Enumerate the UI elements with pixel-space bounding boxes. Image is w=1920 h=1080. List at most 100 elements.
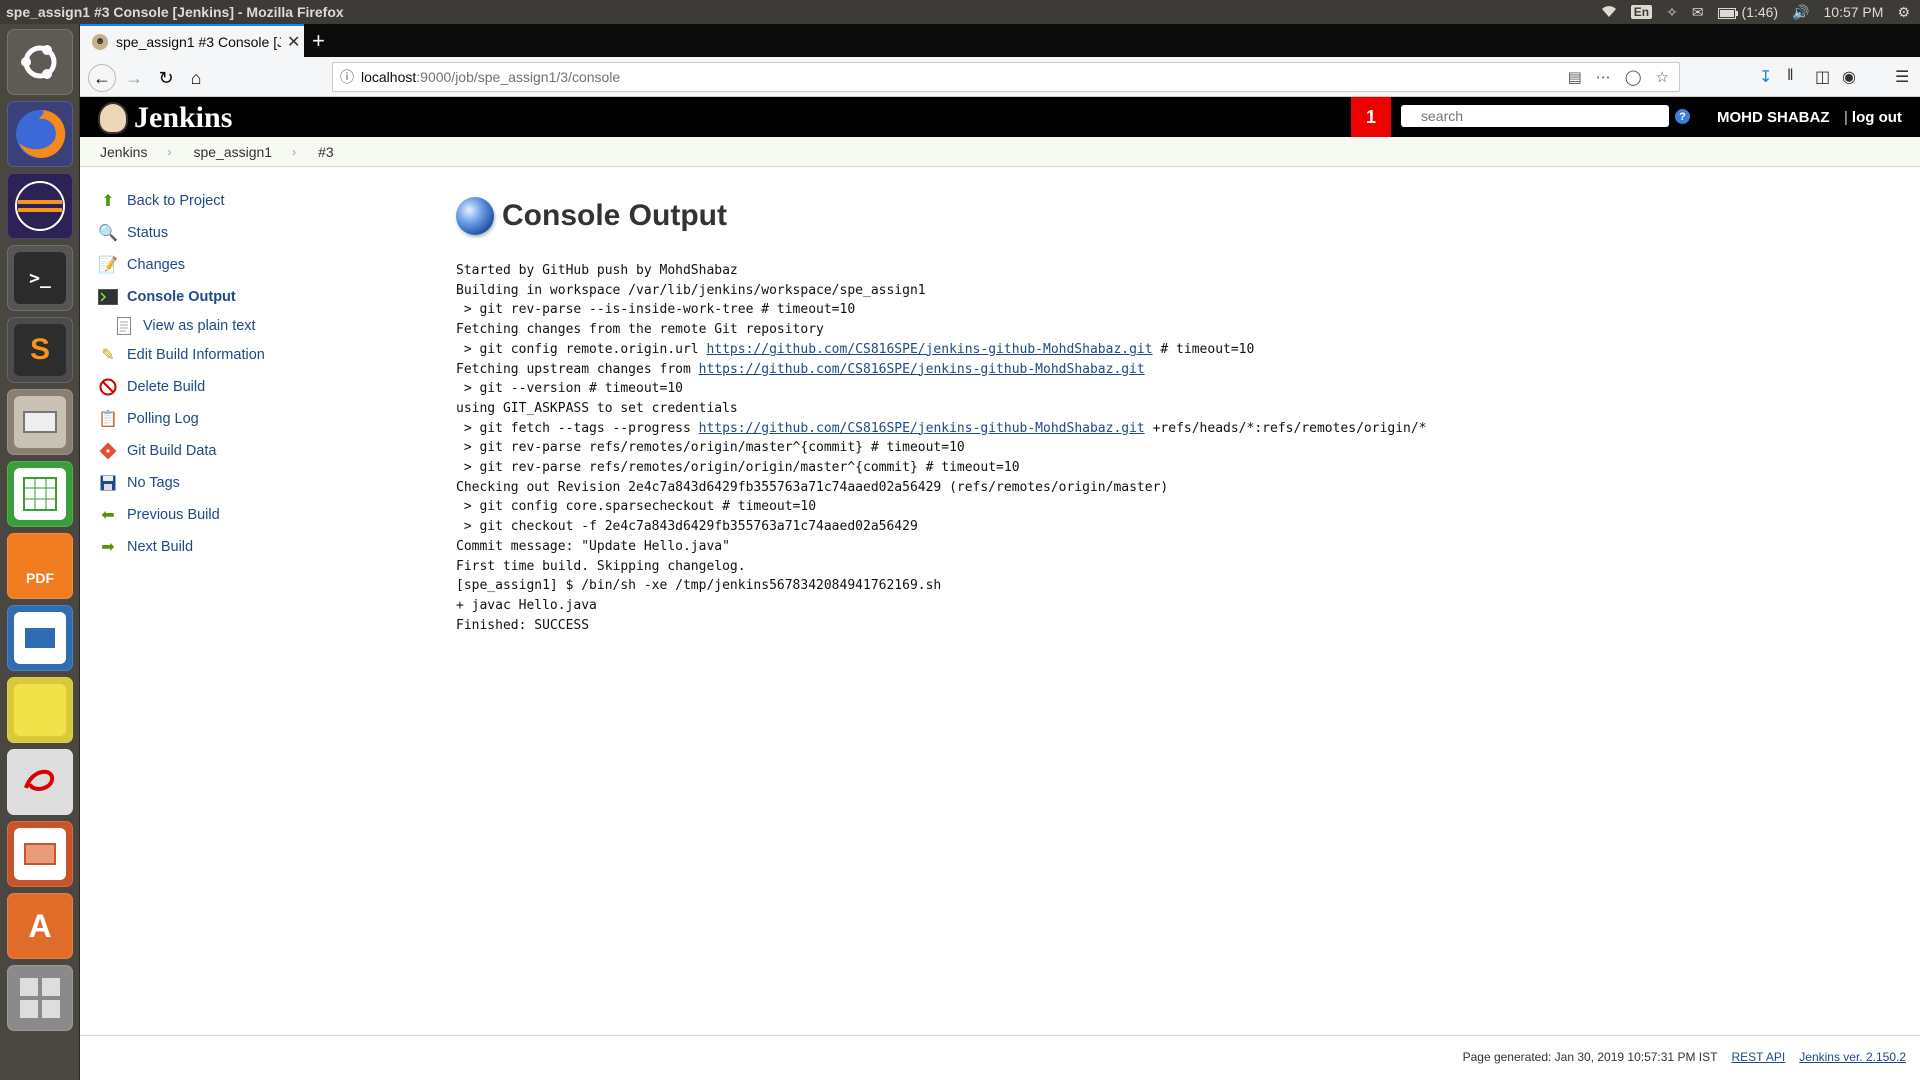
reload-button[interactable]: ↻	[152, 64, 180, 92]
search-input[interactable]	[1401, 105, 1669, 127]
battery-indicator[interactable]: (1:46)	[1717, 4, 1778, 20]
task-edit-build-information[interactable]: ✎ Edit Build Information	[98, 339, 398, 371]
browser-tab-strip: ☻ spe_assign1 #3 Console [Jenkins] ✕ +	[80, 24, 1920, 57]
task-delete-build[interactable]: Delete Build	[98, 371, 398, 403]
impress-icon[interactable]	[7, 821, 73, 887]
ubuntu-dash-icon[interactable]	[7, 29, 73, 95]
jenkins-version-link[interactable]: Jenkins ver. 2.150.2	[1799, 1050, 1906, 1064]
browser-tab[interactable]: ☻ spe_assign1 #3 Console [Jenkins] ✕	[80, 24, 304, 57]
task-changes[interactable]: 📝 Changes	[98, 249, 398, 281]
console-line: Building in workspace /var/lib/jenkins/w…	[456, 282, 926, 298]
task-git-build-data[interactable]: Git Build Data	[98, 435, 398, 467]
page-actions-icon[interactable]: ⋯	[1596, 68, 1611, 86]
bookmark-star-icon[interactable]: ☆	[1656, 68, 1669, 86]
back-button[interactable]: ←	[88, 64, 116, 92]
library-icon[interactable]: ‖	[1787, 67, 1794, 85]
close-tab-icon[interactable]: ✕	[287, 32, 300, 52]
file-manager-icon[interactable]	[7, 389, 73, 455]
repo-url-link[interactable]: https://github.com/CS816SPE/jenkins-gith…	[706, 342, 1152, 357]
window-title: spe_assign1 #3 Console [Jenkins] - Mozil…	[6, 4, 344, 20]
task-view-plain-text[interactable]: View as plain text	[98, 313, 398, 339]
page-title-text: Console Output	[502, 199, 727, 232]
magnifier-icon: 🔍	[98, 225, 118, 242]
url-bar[interactable]: ⓘ localhost:9000/job/spe_assign1/3/conso…	[332, 62, 1680, 92]
clipboard-icon: 📋	[98, 411, 118, 428]
task-label: Edit Build Information	[127, 347, 265, 363]
jenkins-page: Jenkins 1 🔍 ? MOHD SHABAZ |log out Jenki…	[80, 97, 1920, 1080]
logout-link[interactable]: | log out	[1844, 109, 1902, 126]
pdf-editor-icon[interactable]: PDF	[7, 533, 73, 599]
browser-nav-bar: ← → ↻ ⌂ ⓘ localhost:9000/job/spe_assign1…	[80, 57, 1920, 97]
right-arrow-icon: ➡	[101, 539, 115, 556]
task-label: Console Output	[127, 289, 236, 305]
console-line: using GIT_ASKPASS to set credentials	[456, 400, 738, 416]
eclipse-icon[interactable]	[7, 173, 73, 239]
task-label: No Tags	[127, 475, 180, 491]
task-no-tags[interactable]: No Tags	[98, 467, 398, 499]
evince-icon[interactable]	[7, 749, 73, 815]
battery-icon	[1717, 7, 1738, 19]
task-console-output[interactable]: Console Output	[98, 281, 398, 313]
clock[interactable]: 10:57 PM	[1824, 4, 1884, 20]
settings-gear-icon[interactable]: ⚙	[1897, 4, 1910, 21]
task-label: View as plain text	[143, 318, 256, 334]
breadcrumb-jenkins[interactable]: Jenkins	[80, 144, 147, 160]
task-label: Back to Project	[127, 193, 225, 209]
sublime-text-icon[interactable]: S	[7, 317, 73, 383]
console-line: Fetching upstream changes from	[456, 361, 699, 377]
console-line: Fetching changes from the remote Git rep…	[456, 322, 824, 338]
bluetooth-icon[interactable]: ✧	[1666, 4, 1678, 21]
breadcrumb-project[interactable]: spe_assign1	[171, 144, 272, 160]
wifi-icon[interactable]	[1601, 4, 1617, 21]
notification-badge[interactable]: 1	[1351, 97, 1391, 137]
terminal-icon[interactable]: >_	[7, 245, 73, 311]
user-link[interactable]: MOHD SHABAZ	[1717, 109, 1830, 126]
volume-icon[interactable]: 🔊	[1792, 4, 1809, 21]
url-path: :9000/job/spe_assign1/3/console	[416, 69, 621, 85]
side-panel-tasks: ⬆ Back to Project 🔍 Status 📝 Changes Con…	[98, 185, 398, 563]
rest-api-link[interactable]: REST API	[1731, 1050, 1785, 1064]
software-center-icon[interactable]: A	[7, 893, 73, 959]
unity-launcher: >_ S PDF A	[0, 24, 80, 1080]
search-help-icon[interactable]: ?	[1675, 109, 1690, 124]
console-line: > git rev-parse refs/remotes/origin/orig…	[456, 460, 1020, 476]
save-disk-icon	[98, 473, 118, 493]
repo-url-link[interactable]: https://github.com/CS816SPE/jenkins-gith…	[699, 362, 1145, 377]
downloads-icon[interactable]: ↧	[1759, 67, 1772, 87]
keyboard-layout-indicator[interactable]: En	[1630, 5, 1653, 19]
jenkins-home-link[interactable]: Jenkins	[98, 101, 232, 135]
home-button[interactable]: ⌂	[182, 64, 210, 92]
mail-icon[interactable]: ✉	[1692, 4, 1704, 21]
new-tab-button[interactable]: +	[312, 28, 325, 54]
pdf-label: PDF	[26, 570, 54, 586]
site-info-icon[interactable]: ⓘ	[333, 67, 361, 87]
console-line: > git fetch --tags --progress	[456, 420, 699, 436]
up-arrow-icon: ⬆	[101, 193, 115, 210]
repo-url-link[interactable]: https://github.com/CS816SPE/jenkins-gith…	[699, 421, 1145, 436]
breadcrumb-separator-icon: ›	[167, 144, 172, 159]
breadcrumb-build[interactable]: #3	[296, 144, 334, 160]
pocket-icon[interactable]: ◯	[1625, 68, 1642, 86]
jenkins-favicon-icon: ☻	[92, 33, 108, 50]
task-polling-log[interactable]: 📋 Polling Log	[98, 403, 398, 435]
reader-view-icon[interactable]: ▤	[1568, 68, 1582, 86]
sync-icon[interactable]: ◉	[1842, 67, 1856, 87]
task-status[interactable]: 🔍 Status	[98, 217, 398, 249]
document-icon	[114, 316, 134, 336]
workspace-switcher-icon[interactable]	[7, 965, 73, 1031]
firefox-icon[interactable]	[7, 101, 73, 167]
task-back-to-project[interactable]: ⬆ Back to Project	[98, 185, 398, 217]
sticky-notes-icon[interactable]	[7, 677, 73, 743]
writer-icon[interactable]	[7, 605, 73, 671]
console-line: Finished: SUCCESS	[456, 617, 590, 633]
spreadsheet-icon[interactable]	[7, 461, 73, 527]
task-next-build[interactable]: ➡ Next Build	[98, 531, 398, 563]
forward-button[interactable]: →	[120, 64, 148, 92]
console-line: Started by GitHub push by MohdShabaz	[456, 263, 738, 278]
console-output: Started by GitHub push by MohdShabaz Bui…	[456, 261, 1896, 635]
hamburger-menu-icon[interactable]: ☰	[1895, 67, 1909, 87]
console-line: First time build. Skipping changelog.	[456, 558, 746, 574]
task-previous-build[interactable]: ⬅ Previous Build	[98, 499, 398, 531]
console-line: +refs/heads/*:refs/remotes/origin/*	[1144, 420, 1427, 436]
sidebar-icon[interactable]: ◫	[1815, 67, 1830, 87]
